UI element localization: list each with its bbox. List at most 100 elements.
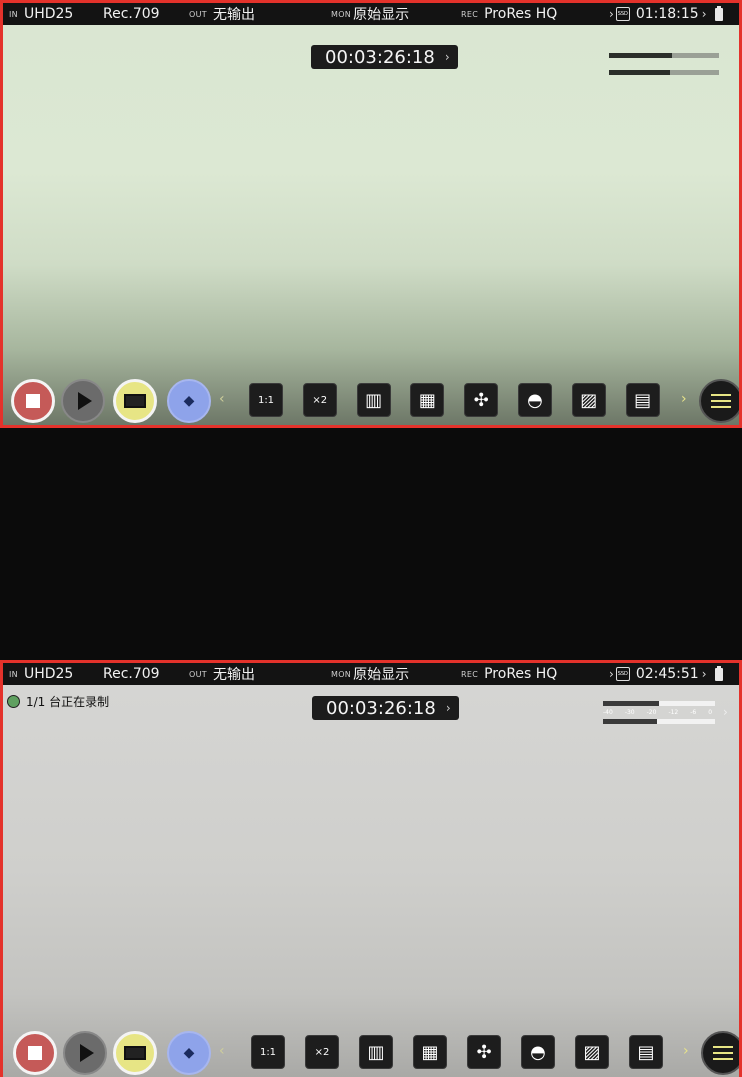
monitor-icon: [124, 394, 146, 408]
timecode-value: 00:03:26:18: [326, 697, 436, 719]
time-remaining: 02:45:51: [635, 666, 699, 682]
play-icon: [78, 392, 92, 410]
rgb-parade-icon-glyph: ▦: [421, 1041, 439, 1063]
waveform-button[interactable]: ▥: [356, 383, 391, 417]
zoom-1to1-icon: 1:1: [259, 1046, 277, 1058]
chevron-left-icon[interactable]: ‹: [219, 1043, 225, 1059]
monitor-mode: 原始显示: [353, 667, 410, 683]
bottom-toolbar: ◆ ‹ 1:1 ×2 ▥ ▦ ✣ ◓ ▨ ▤ ›: [9, 1031, 739, 1077]
monitor-icon: [124, 1046, 146, 1060]
vectorscope-icon-glyph: ✣: [476, 1041, 492, 1063]
battery-icon: [714, 5, 723, 21]
chevron-right-icon: ›: [609, 667, 614, 681]
recording-dot-icon: [7, 695, 20, 708]
record-codec: ProRes HQ: [484, 6, 558, 22]
waveform-button[interactable]: ▥: [359, 1035, 393, 1069]
timecode-display[interactable]: 00:03:26:18 ›: [311, 45, 458, 69]
sliders-icon: [711, 400, 731, 402]
meter-scale-label: -40: [603, 709, 613, 716]
lut-button[interactable]: ▤: [629, 1035, 663, 1069]
chevron-right-icon: ›: [701, 7, 707, 21]
ssd-icon: SSD: [615, 667, 630, 681]
record-stop-button[interactable]: [11, 379, 55, 423]
input-tag: IN: [9, 9, 18, 19]
lut-icon-glyph: ▤: [634, 389, 652, 411]
input-format: UHD25: [23, 666, 74, 682]
false-color-icon-glyph: ◓: [530, 1041, 546, 1063]
monitor-screen-bottom: IN UHD25 Rec.709 OUT 无输出 MON 原始显示 REC Pr…: [0, 660, 742, 1077]
chevron-right-icon: ›: [701, 667, 707, 681]
tag-icon: ◆: [183, 1045, 195, 1061]
stop-icon: [26, 394, 40, 408]
false-color-icon-glyph: ◓: [527, 389, 543, 411]
gamma-status[interactable]: Rec.709: [103, 3, 160, 25]
rgb-parade-button[interactable]: ▦: [413, 1035, 447, 1069]
storage-status[interactable]: › SSD 02:45:51 ›: [609, 663, 723, 685]
play-button[interactable]: [61, 379, 105, 423]
monitor-mode-button[interactable]: [113, 1031, 157, 1075]
recording-badge-text: 1/1 台正在录制: [26, 695, 110, 709]
chevron-right-icon: ›: [609, 7, 614, 21]
output-status[interactable]: OUT 无输出: [189, 3, 255, 25]
monitor-mode: 原始显示: [353, 7, 410, 23]
storage-status[interactable]: › SSD 01:18:15 ›: [609, 3, 723, 25]
vectorscope-icon-glyph: ✣: [473, 389, 489, 411]
record-stop-button[interactable]: [13, 1031, 57, 1075]
record-status[interactable]: REC ProRes HQ: [461, 3, 557, 25]
input-status[interactable]: IN UHD25: [9, 3, 73, 25]
timecode-display[interactable]: 00:03:26:18 ›: [312, 696, 459, 720]
zoom-x2-button[interactable]: ×2: [305, 1035, 339, 1069]
monitor-screen-top: IN UHD25 Rec.709 OUT 无输出 MON 原始显示 REC Pr…: [0, 0, 742, 428]
chevron-right-icon: ›: [445, 701, 451, 715]
audio-meter-2: [603, 719, 715, 724]
lut-icon-glyph: ▤: [637, 1041, 655, 1063]
output-status[interactable]: OUT 无输出: [189, 663, 255, 685]
settings-button[interactable]: [701, 1031, 739, 1075]
zoom-1to1-button[interactable]: 1:1: [249, 383, 283, 417]
zebra-button[interactable]: ▨: [571, 383, 606, 417]
monitor-mode-button[interactable]: [113, 379, 157, 423]
gamma-status[interactable]: Rec.709: [103, 663, 160, 685]
time-remaining: 01:18:15: [635, 6, 699, 22]
zebra-button[interactable]: ▨: [575, 1035, 609, 1069]
record-codec: ProRes HQ: [484, 666, 558, 682]
output-tag: OUT: [189, 9, 207, 19]
gamma-value: Rec.709: [103, 6, 160, 22]
play-button[interactable]: [63, 1031, 107, 1075]
zoom-x2-icon: ×2: [312, 394, 328, 406]
chevron-right-icon: ›: [444, 50, 450, 64]
chevron-right-icon[interactable]: ›: [683, 1043, 689, 1059]
zebra-icon-glyph: ▨: [583, 1041, 601, 1063]
sliders-icon: [713, 1052, 733, 1054]
meter-scale-label: -6: [690, 709, 697, 716]
tag-button[interactable]: ◆: [167, 379, 211, 423]
audio-meter-1: [603, 701, 715, 706]
monitor-status[interactable]: MON 原始显示: [331, 663, 409, 685]
false-color-button[interactable]: ◓: [521, 1035, 555, 1069]
recording-badge: 1/1 台正在录制: [7, 693, 109, 710]
bottom-toolbar: ◆ ‹ 1:1 ×2 ▥ ▦ ✣ ◓ ▨ ▤ ›: [9, 379, 739, 425]
meter-scale-label: -20: [646, 709, 657, 716]
audio-meter-2: [609, 70, 719, 75]
input-format: UHD25: [23, 6, 74, 22]
waveform-icon-glyph: ▥: [365, 389, 383, 411]
zoom-1to1-button[interactable]: 1:1: [251, 1035, 285, 1069]
record-tag: REC: [461, 669, 479, 679]
vectorscope-button[interactable]: ✣: [464, 383, 499, 417]
input-status[interactable]: IN UHD25: [9, 663, 73, 685]
zoom-x2-button[interactable]: ×2: [302, 383, 337, 417]
chevron-left-icon[interactable]: ‹: [219, 391, 225, 407]
zebra-icon-glyph: ▨: [580, 389, 598, 411]
lut-button[interactable]: ▤: [625, 383, 660, 417]
vectorscope-button[interactable]: ✣: [467, 1035, 501, 1069]
false-color-button[interactable]: ◓: [518, 383, 552, 417]
settings-button[interactable]: [699, 379, 739, 423]
meter-scale-label: -30: [624, 709, 635, 716]
monitor-status[interactable]: MON 原始显示: [331, 3, 409, 25]
waveform-icon-glyph: ▥: [367, 1041, 385, 1063]
chevron-right-icon[interactable]: ›: [681, 391, 687, 407]
record-status[interactable]: REC ProRes HQ: [461, 663, 557, 685]
tag-button[interactable]: ◆: [167, 1031, 211, 1075]
rgb-parade-button[interactable]: ▦: [410, 383, 445, 417]
battery-icon: [714, 665, 723, 681]
